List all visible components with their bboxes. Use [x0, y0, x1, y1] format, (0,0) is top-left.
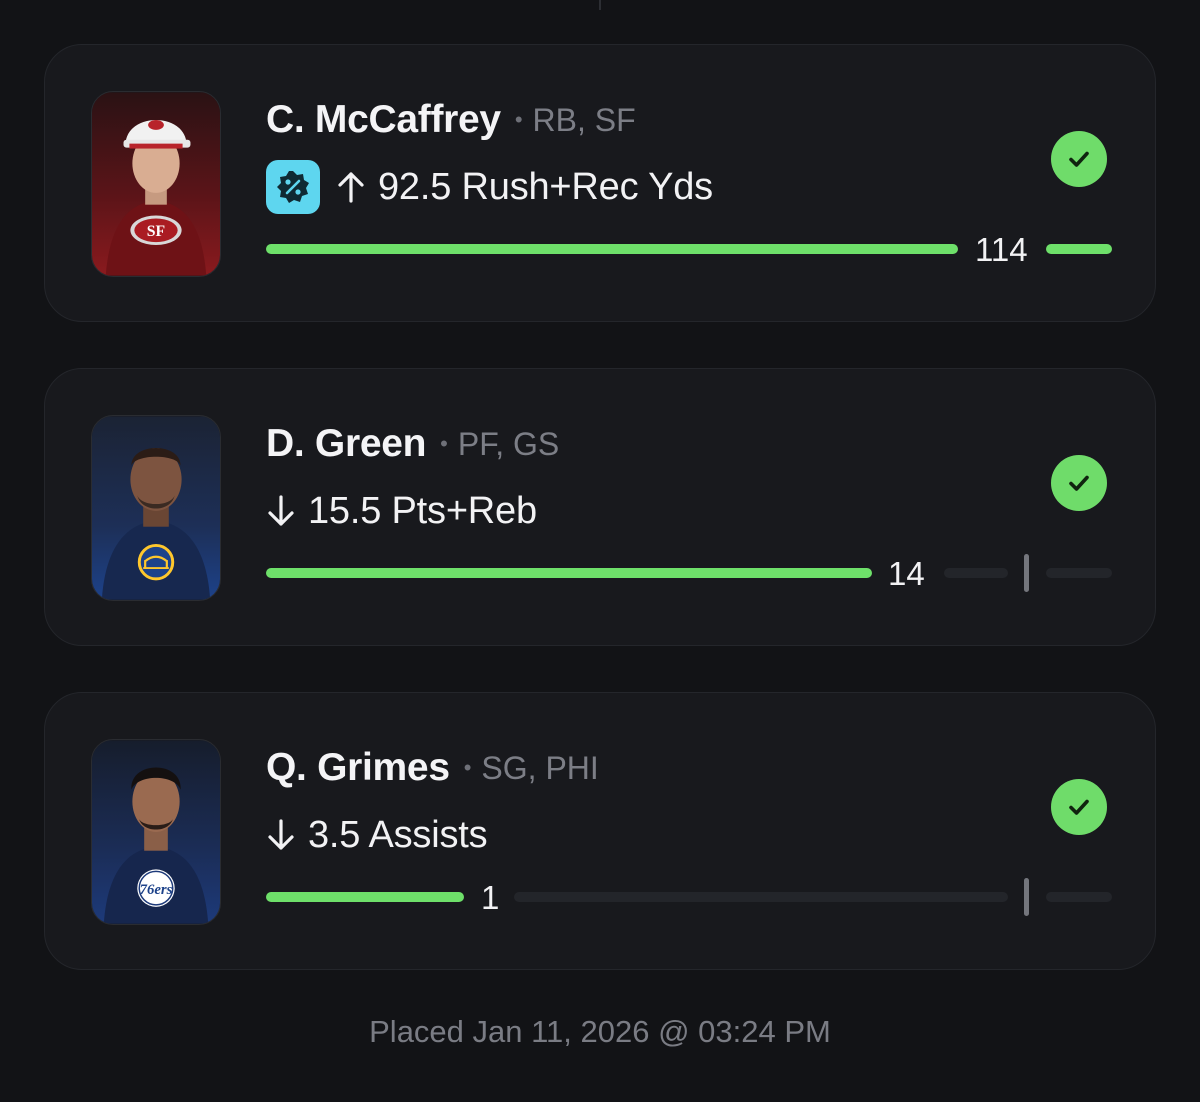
- player-name: C. McCaffrey: [266, 98, 501, 141]
- player-position-team: RB, SF: [532, 101, 636, 138]
- player-avatar: 76ers: [91, 739, 221, 925]
- separator-dot: •: [440, 431, 448, 456]
- checkmark-icon: [1051, 131, 1107, 187]
- svg-text:SF: SF: [147, 223, 165, 240]
- result-value: 1: [481, 879, 500, 916]
- pick-line: 3.5 Assists: [308, 813, 488, 856]
- checkmark-icon: [1051, 779, 1107, 835]
- player-info-row: D. Green • PF, GS: [266, 419, 559, 469]
- player-name: Q. Grimes: [266, 746, 450, 789]
- percent-badge-icon[interactable]: [266, 160, 320, 214]
- arrow-up-icon: [336, 170, 366, 204]
- progress-bar-track: [1046, 568, 1112, 578]
- pick-card[interactable]: 76ers Q. Grimes • SG, PHI 3.5 Assists 1: [44, 692, 1156, 970]
- progress-bar-track: [1046, 892, 1112, 902]
- progress-bar-track: [514, 892, 1008, 902]
- player-name: D. Green: [266, 422, 427, 465]
- player-photo-green: [92, 416, 220, 600]
- pick-card[interactable]: D. Green • PF, GS 15.5 Pts+Reb 14: [44, 368, 1156, 646]
- separator-dot: •: [514, 107, 523, 132]
- player-info-row: C. McCaffrey • RB, SF: [266, 95, 636, 145]
- player-photo-grimes: 76ers: [92, 740, 220, 924]
- player-avatar: [91, 415, 221, 601]
- pick-line-row: 3.5 Assists: [266, 807, 488, 863]
- arrow-down-icon: [266, 494, 296, 528]
- progress-bar-fill: [266, 244, 958, 254]
- pick-line-row: 92.5 Rush+Rec Yds: [266, 159, 713, 215]
- pick-line-row: 15.5 Pts+Reb: [266, 483, 537, 539]
- progress-bar-fill: [266, 568, 872, 578]
- line-marker: [1024, 554, 1029, 592]
- player-photo-mccaffrey: SF: [92, 92, 220, 276]
- svg-text:76ers: 76ers: [140, 882, 173, 898]
- progress-bar-overflow: [1046, 244, 1112, 254]
- progress-bar-fill: [266, 892, 464, 902]
- player-position-team: PF, GS: [457, 425, 560, 462]
- result-value: 14: [888, 555, 925, 592]
- pick-line: 15.5 Pts+Reb: [308, 489, 537, 532]
- player-position-team: SG, PHI: [481, 749, 599, 786]
- line-marker: [1024, 878, 1029, 916]
- checkmark-icon: [1051, 455, 1107, 511]
- result-value: 114: [975, 231, 1028, 268]
- progress-bar-track: [944, 568, 1008, 578]
- arrow-down-icon: [266, 818, 296, 852]
- pick-card[interactable]: SF C. McCaffrey • RB, SF 92.5 Rush+Rec Y…: [44, 44, 1156, 322]
- player-avatar: SF: [91, 91, 221, 277]
- player-info-row: Q. Grimes • SG, PHI: [266, 743, 599, 793]
- pick-line: 92.5 Rush+Rec Yds: [378, 165, 713, 208]
- separator-dot: •: [463, 755, 472, 780]
- placed-timestamp: Placed Jan 11, 2026 @ 03:24 PM: [369, 1014, 831, 1049]
- timeline-connector: [599, 0, 601, 10]
